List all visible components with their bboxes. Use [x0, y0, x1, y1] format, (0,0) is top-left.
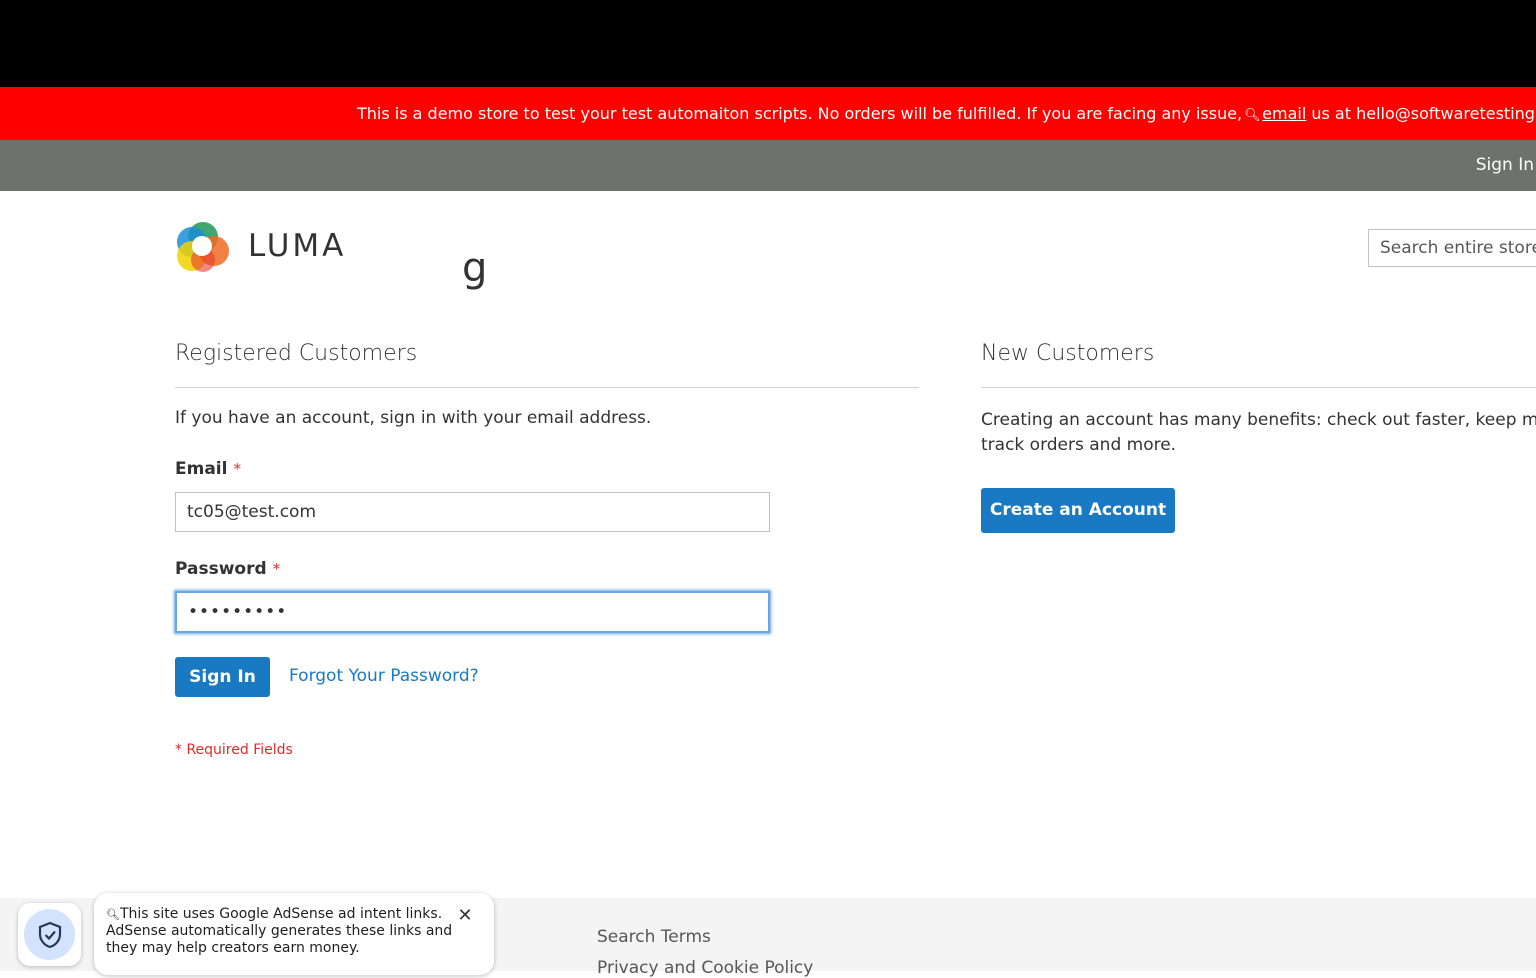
password-value: ••••••••• — [188, 602, 288, 622]
new-customers-description: Creating an account has many benefits: c… — [981, 410, 1536, 455]
privacy-shield-button[interactable] — [18, 903, 81, 966]
email-field[interactable]: tc05@test.com — [175, 492, 770, 532]
adsense-notice: 🔍︎This site uses Google AdSense ad inten… — [94, 893, 494, 975]
banner-text: This is a demo store to test your test a… — [357, 104, 1243, 123]
shield-check-icon — [38, 921, 62, 949]
email-label: Email * — [175, 459, 241, 479]
search-input[interactable]: Search entire store here... — [1368, 229, 1536, 267]
close-icon[interactable]: ✕ — [455, 906, 475, 926]
footer-link-privacy[interactable]: Privacy and Cookie Policy — [597, 958, 813, 978]
forgot-password-link[interactable]: Forgot Your Password? — [289, 666, 479, 686]
required-asterisk: * — [272, 560, 281, 578]
logo-text: LUMA — [248, 228, 347, 264]
header-panel: Sign In — [0, 140, 1536, 191]
create-account-button[interactable]: Create an Account — [981, 488, 1175, 533]
required-fields-note: * Required Fields — [175, 742, 293, 758]
password-label: Password * — [175, 559, 281, 579]
required-asterisk: * — [233, 460, 241, 478]
demo-store-banner: This is a demo store to test your test a… — [0, 87, 1536, 140]
registered-customers-title: Registered Customers — [175, 341, 418, 366]
luma-logo-icon — [177, 222, 229, 272]
sign-in-intro: If you have an account, sign in with you… — [175, 408, 652, 428]
new-customers-title: New Customers — [981, 341, 1155, 366]
email-value: tc05@test.com — [187, 502, 317, 522]
divider — [175, 387, 919, 388]
sign-in-button[interactable]: Sign In — [175, 657, 270, 697]
top-black-bar — [0, 0, 1536, 87]
password-field[interactable]: ••••••••• — [175, 591, 770, 633]
footer-link-search-terms[interactable]: Search Terms — [597, 927, 711, 947]
luma-logo[interactable]: LUMA — [175, 218, 365, 274]
header-sign-in-link[interactable]: Sign In — [1476, 140, 1534, 191]
banner-text-after: us at hello@softwaretestingboard.com — [1311, 104, 1536, 123]
divider — [981, 387, 1536, 388]
banner-email-link[interactable]: email — [1262, 104, 1306, 123]
page-title-fragment: g — [462, 253, 488, 291]
magnifier-icon: 🔍︎ — [1244, 108, 1261, 123]
search-placeholder: Search entire store here... — [1380, 238, 1536, 258]
search-key-icon: 🔍︎ — [106, 908, 120, 921]
